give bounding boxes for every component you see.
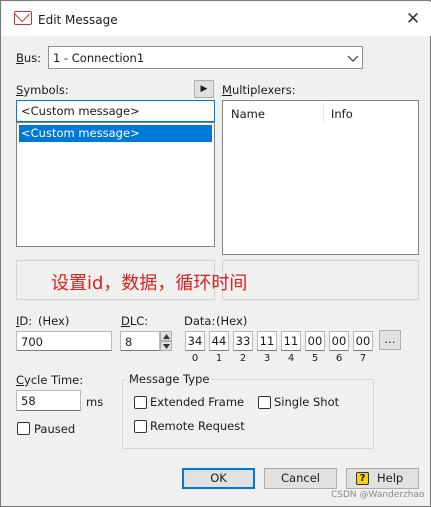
symbols-expand-button[interactable]: ▶ xyxy=(194,80,214,98)
dlc-increment-button[interactable] xyxy=(160,331,172,341)
data-byte-7[interactable]: 00 xyxy=(353,331,373,351)
close-icon[interactable]: ✕ xyxy=(404,10,422,28)
multiplexers-label: Multiplexers: xyxy=(222,83,296,97)
byte-index-3: 3 xyxy=(263,353,271,364)
signal-panel-right xyxy=(222,260,419,300)
data-format-label: (Hex) xyxy=(216,314,248,328)
single-shot-label: Single Shot xyxy=(274,395,340,409)
data-byte-3[interactable]: 11 xyxy=(257,331,277,351)
column-header-name[interactable]: Name xyxy=(231,107,265,121)
dlc-stepper[interactable] xyxy=(160,331,172,351)
cycle-time-input[interactable]: 58 xyxy=(16,390,81,411)
bus-select-value: 1 - Connection1 xyxy=(53,51,145,65)
multiplexers-table[interactable]: Name Info xyxy=(222,100,419,255)
single-shot-checkbox[interactable] xyxy=(258,396,271,409)
data-more-button[interactable]: ... xyxy=(379,330,401,350)
symbols-list[interactable]: <Custom message> xyxy=(16,122,215,247)
byte-index-5: 5 xyxy=(311,353,319,364)
dlc-label: DLC: xyxy=(121,314,149,328)
id-input[interactable]: 700 xyxy=(16,331,112,351)
dlc-input[interactable]: 8 xyxy=(120,331,160,351)
edit-message-dialog: Edit Message ✕ Bus: 1 - Connection1 Symb… xyxy=(0,0,431,507)
id-format-label: (Hex) xyxy=(38,314,70,328)
chevron-up-icon xyxy=(163,334,170,339)
remote-request-label: Remote Request xyxy=(150,419,245,433)
column-divider xyxy=(323,103,324,123)
byte-index-2: 2 xyxy=(239,353,247,364)
data-label: Data: xyxy=(184,314,216,328)
column-header-info[interactable]: Info xyxy=(331,107,353,121)
symbols-input-value: <Custom message> xyxy=(21,104,140,118)
byte-index-6: 6 xyxy=(335,353,343,364)
list-item-label: <Custom message> xyxy=(21,126,140,140)
id-label: ID: xyxy=(16,314,33,328)
symbols-search-input[interactable]: <Custom message> xyxy=(16,100,215,122)
byte-index-4: 4 xyxy=(287,353,295,364)
message-type-group xyxy=(122,379,374,449)
chevron-down-icon xyxy=(163,344,170,349)
symbols-label: Symbols: xyxy=(16,83,69,97)
paused-label: Paused xyxy=(34,422,76,436)
byte-index-0: 0 xyxy=(191,353,199,364)
remote-request-checkbox[interactable] xyxy=(134,420,147,433)
title-bar: Edit Message ✕ xyxy=(2,2,431,36)
data-byte-6[interactable]: 00 xyxy=(329,331,349,351)
data-byte-4[interactable]: 11 xyxy=(281,331,301,351)
annotation-text: 设置id，数据，循环时间 xyxy=(51,273,248,294)
byte-index-7: 7 xyxy=(359,353,367,364)
ok-button[interactable]: OK xyxy=(182,468,255,489)
chevron-down-icon xyxy=(347,55,359,62)
data-byte-5[interactable]: 00 xyxy=(305,331,325,351)
watermark: CSDN @Wanderzhao xyxy=(331,490,425,500)
help-button[interactable]: ? Help xyxy=(346,468,419,489)
list-item[interactable]: <Custom message> xyxy=(19,125,212,142)
play-arrow-icon: ▶ xyxy=(200,84,208,94)
message-type-title: Message Type xyxy=(127,372,212,386)
dlc-decrement-button[interactable] xyxy=(160,341,172,351)
bus-label-rest: us: xyxy=(23,51,42,65)
bus-select[interactable]: 1 - Connection1 xyxy=(48,46,363,69)
bus-label: Bus: xyxy=(16,51,42,65)
data-byte-1[interactable]: 44 xyxy=(209,331,229,351)
paused-checkbox[interactable] xyxy=(17,422,30,435)
dlc-input-value: 8 xyxy=(125,335,133,349)
cycle-time-label: Cycle Time: xyxy=(16,373,84,387)
extended-frame-label: Extended Frame xyxy=(150,395,245,409)
cycle-time-value: 58 xyxy=(21,394,36,408)
id-input-value: 700 xyxy=(21,335,43,349)
data-byte-2[interactable]: 33 xyxy=(233,331,253,351)
cycle-time-unit: ms xyxy=(86,395,104,409)
help-icon: ? xyxy=(356,472,369,485)
cancel-button[interactable]: Cancel xyxy=(264,468,337,489)
envelope-icon xyxy=(14,11,32,25)
byte-index-1: 1 xyxy=(215,353,223,364)
extended-frame-checkbox[interactable] xyxy=(134,396,147,409)
data-byte-0[interactable]: 34 xyxy=(185,331,205,351)
help-button-label: Help xyxy=(377,471,404,485)
window-title: Edit Message xyxy=(38,13,118,27)
